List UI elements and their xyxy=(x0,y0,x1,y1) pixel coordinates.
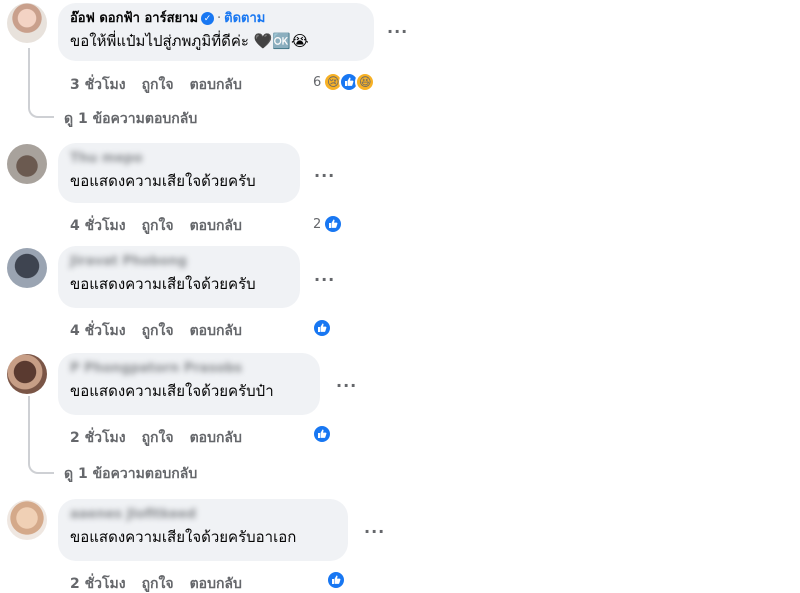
comment-timestamp[interactable]: 4 ชั่วโมง xyxy=(70,218,126,234)
reply-button[interactable]: ตอบกลับ xyxy=(190,218,242,234)
more-options-button[interactable]: ··· xyxy=(314,270,335,289)
comment-text: ขอแสดงความเสียใจด้วยครับอาเอก xyxy=(70,528,297,546)
like-reaction-icon xyxy=(323,214,344,234)
comment-bubble: aaenes Jlofitkeed ขอแสดงความเสียใจด้วยคร… xyxy=(58,499,348,561)
reaction-summary[interactable]: 2 xyxy=(313,214,344,234)
like-button[interactable]: ถูกใจ xyxy=(142,430,174,446)
like-reaction-icon xyxy=(326,570,346,590)
more-options-button[interactable]: ··· xyxy=(336,376,357,395)
reaction-summary[interactable] xyxy=(312,318,332,338)
comment-timestamp[interactable]: 2 ชั่วโมง xyxy=(70,430,126,446)
reply-button[interactable]: ตอบกลับ xyxy=(190,576,242,592)
like-button[interactable]: ถูกใจ xyxy=(142,218,174,234)
reply-button[interactable]: ตอบกลับ xyxy=(190,77,242,93)
comment-timestamp[interactable]: 4 ชั่วโมง xyxy=(70,323,126,339)
avatar[interactable] xyxy=(7,144,47,184)
comment-actions: 3 ชั่วโมง ถูกใจ ตอบกลับ xyxy=(70,74,258,96)
comment-actions: 4 ชั่วโมง ถูกใจ ตอบกลับ xyxy=(70,215,258,237)
reaction-summary[interactable]: 6 😢 😆 xyxy=(313,72,376,92)
comment-timestamp[interactable]: 3 ชั่วโมง xyxy=(70,77,126,93)
reply-thread-line xyxy=(28,396,54,474)
view-replies-link[interactable]: ดู 1 ข้อความตอบกลับ xyxy=(64,463,197,485)
reply-button[interactable]: ตอบกลับ xyxy=(190,323,242,339)
like-reaction-icon xyxy=(312,318,332,338)
haha-reaction-icon: 😆 xyxy=(355,72,376,92)
comment-text: ขอแสดงความเสียใจด้วยครับ xyxy=(70,275,256,293)
comment-author[interactable]: อ๊อฟ ดอกฟ้า อาร์สยาม xyxy=(70,11,198,26)
comment-author[interactable]: P Phongpatorn Prasobs xyxy=(70,360,308,378)
more-options-button[interactable]: ··· xyxy=(364,522,385,541)
comment-author[interactable]: Thu mepo xyxy=(70,150,288,168)
reply-button[interactable]: ตอบกลับ xyxy=(190,430,242,446)
like-button[interactable]: ถูกใจ xyxy=(142,576,174,592)
more-options-button[interactable]: ··· xyxy=(387,22,408,41)
reaction-count: 2 xyxy=(313,216,322,232)
view-replies-link[interactable]: ดู 1 ข้อความตอบกลับ xyxy=(64,108,197,130)
avatar[interactable] xyxy=(7,354,47,394)
comment-text: ขอแสดงความเสียใจด้วยครับ xyxy=(70,172,256,190)
verified-badge-icon: ✓ xyxy=(201,12,215,25)
avatar[interactable] xyxy=(7,248,47,288)
comment-text: ขอแสดงความเสียใจด้วยครับป๋า xyxy=(70,382,274,400)
reaction-summary[interactable] xyxy=(312,424,332,444)
follow-button[interactable]: ติดตาม xyxy=(224,11,265,26)
comment-bubble: Thu mepo ขอแสดงความเสียใจด้วยครับ xyxy=(58,143,300,203)
more-options-button[interactable]: ··· xyxy=(314,166,335,185)
comment-emoji: 🖤🆗😭 xyxy=(253,32,309,50)
comment-actions: 2 ชั่วโมง ถูกใจ ตอบกลับ xyxy=(70,573,258,593)
comment-actions: 4 ชั่วโมง ถูกใจ ตอบกลับ xyxy=(70,320,258,342)
avatar[interactable] xyxy=(7,3,47,43)
comment-bubble: Jiravat Phobong ขอแสดงความเสียใจด้วยครับ xyxy=(58,246,300,308)
like-button[interactable]: ถูกใจ xyxy=(142,77,174,93)
like-reaction-icon xyxy=(312,424,332,444)
avatar[interactable] xyxy=(7,500,47,540)
comment-bubble: P Phongpatorn Prasobs ขอแสดงความเสียใจด้… xyxy=(58,353,320,415)
reaction-summary[interactable] xyxy=(326,570,346,590)
comment-author[interactable]: Jiravat Phobong xyxy=(70,253,288,271)
reply-thread-line xyxy=(28,48,54,118)
like-button[interactable]: ถูกใจ xyxy=(142,323,174,339)
comment-bubble: อ๊อฟ ดอกฟ้า อาร์สยาม ✓ · ติดตาม ขอให้พี่แป๋… xyxy=(58,3,374,61)
comment-author[interactable]: aaenes Jlofitkeed xyxy=(70,506,336,524)
reaction-count: 6 xyxy=(313,74,322,90)
comment-timestamp[interactable]: 2 ชั่วโมง xyxy=(70,576,126,592)
comment-actions: 2 ชั่วโมง ถูกใจ ตอบกลับ xyxy=(70,427,258,449)
comment-text: ขอให้พี่แป๋มไปสู่ภพภูมิที่ดีค่ะ xyxy=(70,32,249,50)
